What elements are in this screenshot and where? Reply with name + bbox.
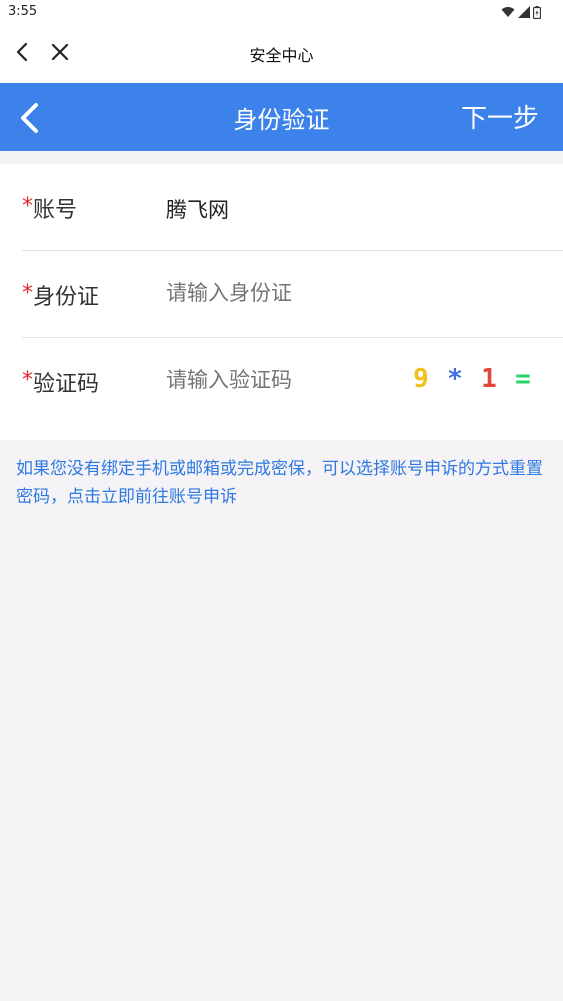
required-mark: * <box>22 194 33 219</box>
captcha-char: 9 <box>413 364 429 394</box>
webview-toolbar: 安全中心 <box>0 24 563 83</box>
wifi-icon <box>501 7 515 17</box>
captcha-char: = <box>515 364 531 394</box>
verification-form: * 账号 腾飞网 * 身份证 * 验证码 9 * 1 = <box>0 164 563 440</box>
signal-icon <box>518 6 530 18</box>
account-value: 腾飞网 <box>166 198 229 222</box>
id-card-row: * 身份证 <box>22 251 563 338</box>
account-row: * 账号 腾飞网 <box>22 164 563 251</box>
id-card-label: 身份证 <box>33 285 100 310</box>
status-time: 3:55 <box>8 4 38 19</box>
required-mark: * <box>22 368 33 393</box>
status-bar: 3:55 <box>0 0 563 24</box>
appeal-link[interactable]: 点击立即前往账号申诉 <box>67 487 237 507</box>
captcha-label: 验证码 <box>33 372 100 397</box>
captcha-char: * <box>447 364 463 394</box>
status-icons <box>501 4 541 20</box>
captcha-char: 1 <box>481 364 497 394</box>
webview-title: 安全中心 <box>249 46 314 65</box>
id-card-input[interactable] <box>166 281 386 305</box>
battery-icon <box>533 5 541 19</box>
captcha-input[interactable] <box>166 368 386 392</box>
required-mark: * <box>22 281 33 306</box>
page-header: 身份验证 下一步 <box>0 83 563 151</box>
captcha-image[interactable]: 9 * 1 = <box>404 364 540 394</box>
next-step-button[interactable]: 下一步 <box>461 98 539 135</box>
help-text: 如果您没有绑定手机或邮箱或完成密保，可以选择账号申诉的方式重置密码，点击立即前往… <box>16 455 551 511</box>
account-label: 账号 <box>33 198 78 223</box>
captcha-row: * 验证码 9 * 1 = <box>22 338 563 425</box>
